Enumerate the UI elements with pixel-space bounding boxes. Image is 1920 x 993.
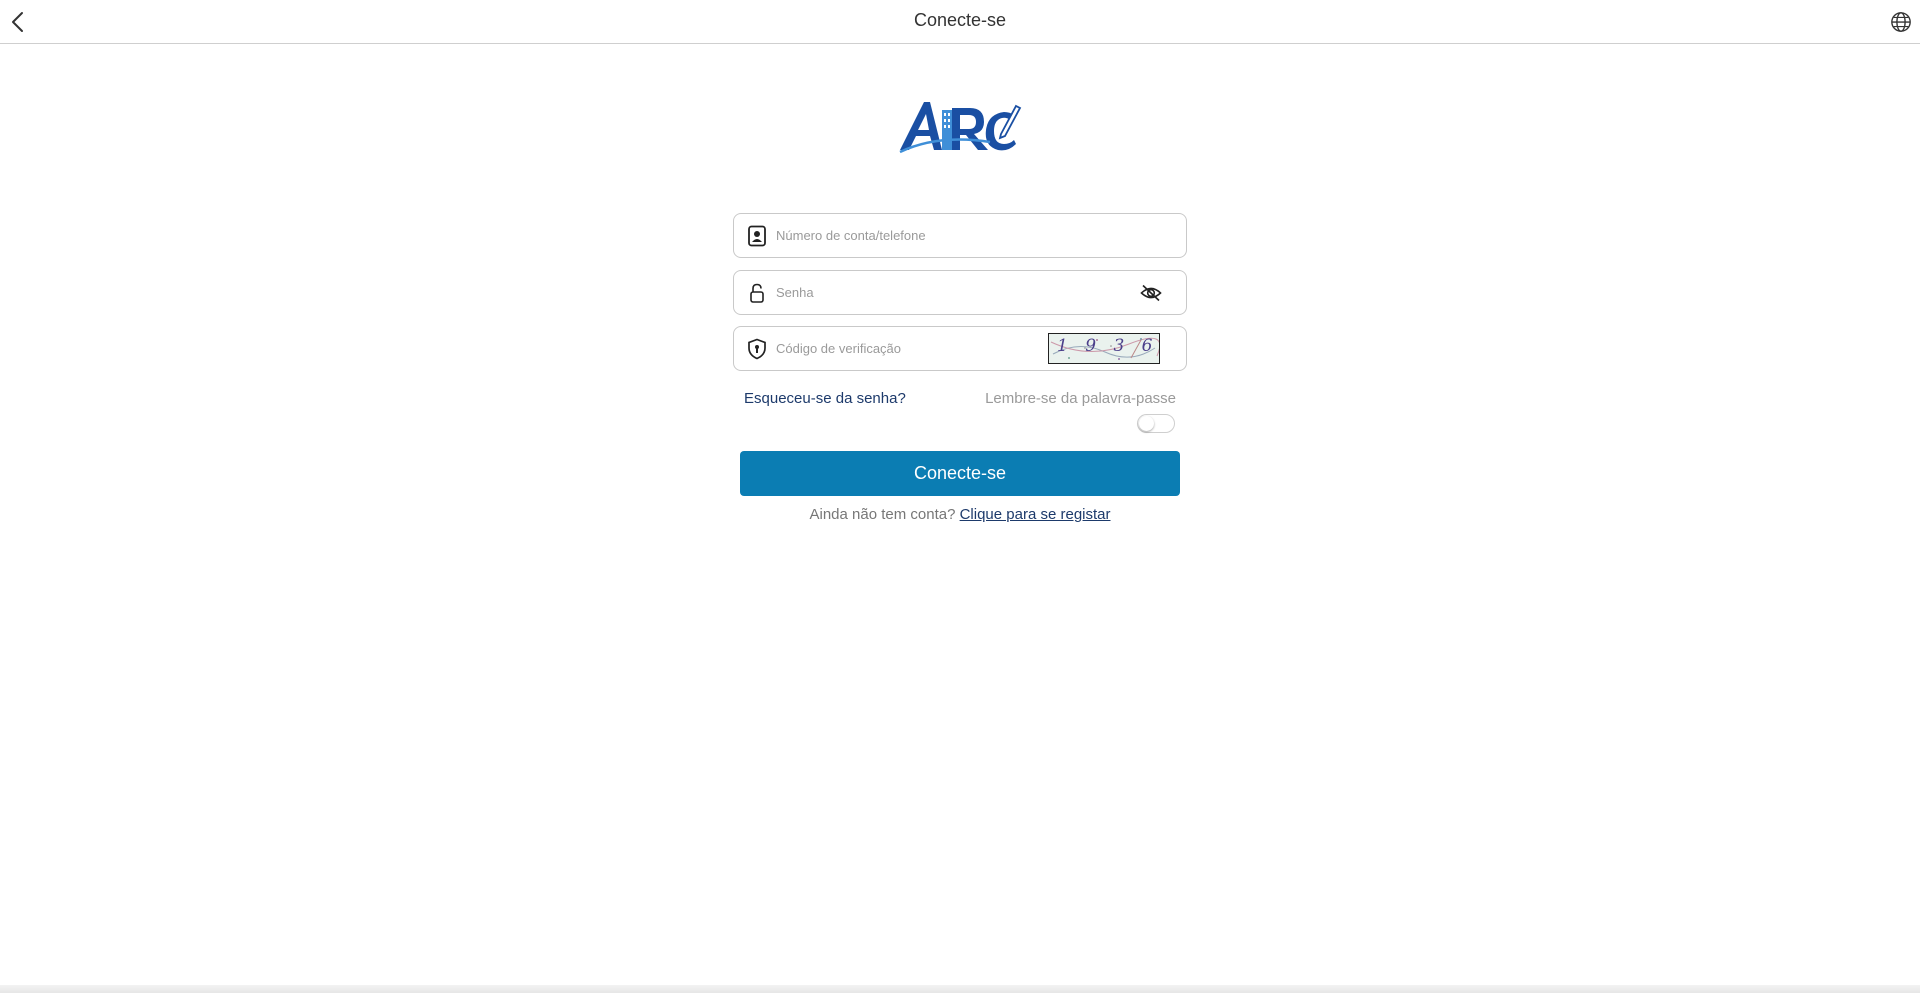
page-title: Conecte-se [913, 10, 1007, 30]
globe-icon[interactable] [1890, 11, 1912, 33]
register-link[interactable]: Clique para se registar [960, 506, 1111, 523]
login-button[interactable]: Conecte-se [740, 451, 1180, 496]
eye-icon[interactable] [1140, 283, 1162, 303]
remember-password-label: Lembre-se da palavra-passe [985, 390, 1176, 407]
captcha-input[interactable] [776, 335, 1056, 362]
captcha-image[interactable]: 1 9 3 6 [1048, 333, 1160, 364]
forgot-password-link[interactable]: Esqueceu-se da senha? [744, 390, 906, 407]
register-question: Ainda não tem conta? [809, 506, 956, 523]
password-field [733, 270, 1187, 315]
id-card-icon [748, 225, 766, 247]
password-input[interactable] [776, 279, 1056, 306]
arc-logo [899, 102, 1022, 154]
top-bar: Conecte-se [0, 0, 1920, 44]
captcha-text: 1 9 3 6 [1057, 336, 1159, 356]
shield-icon [748, 338, 766, 360]
remember-password-toggle[interactable] [1137, 414, 1175, 433]
account-input[interactable] [776, 222, 1056, 249]
lock-icon [750, 283, 764, 303]
account-field [733, 213, 1187, 258]
bottom-edge [0, 985, 1920, 993]
login-page: Conecte-se Número de conta/telefone Códi… [0, 0, 1920, 993]
toggle-knob [1139, 416, 1154, 431]
register-prompt: Ainda não tem conta? Clique para se regi… [0, 506, 1920, 523]
captcha-field: 1 9 3 6 [733, 326, 1187, 371]
